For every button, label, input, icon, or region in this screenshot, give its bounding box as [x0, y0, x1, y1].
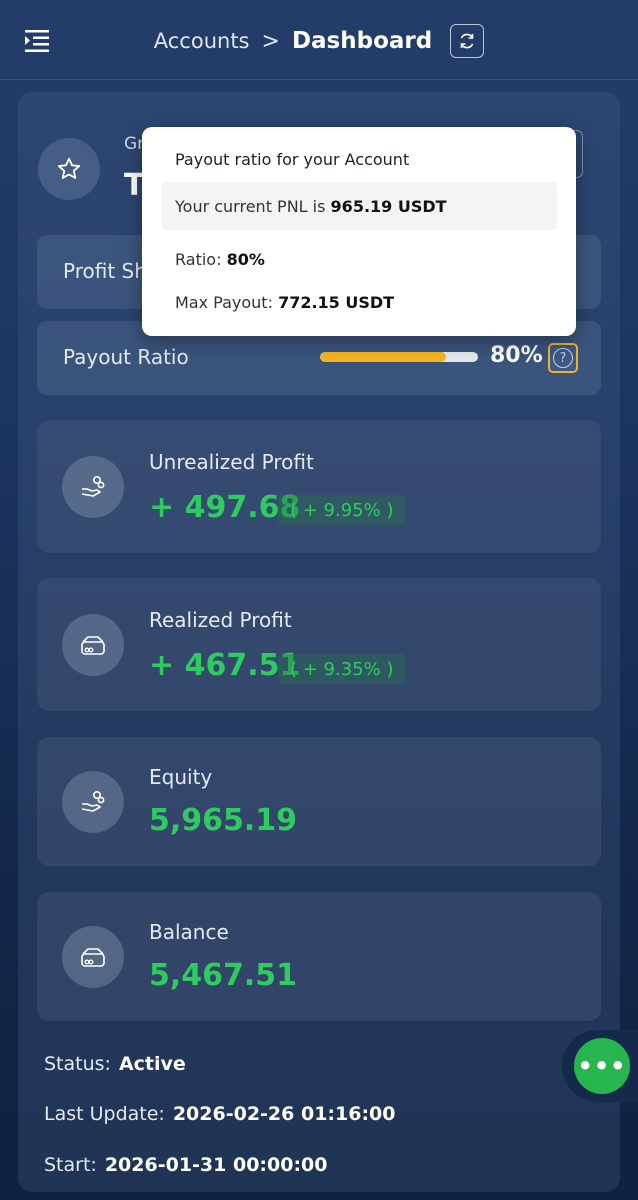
- balance-card: Balance 5,467.51: [37, 892, 601, 1021]
- status-line: Status: Active: [44, 1053, 186, 1075]
- hand-coins-icon: [62, 771, 124, 833]
- profit-share-label: Profit Sh: [63, 259, 147, 283]
- status-label: Status:: [44, 1053, 111, 1075]
- more-actions-button[interactable]: •••: [574, 1038, 630, 1094]
- payout-ratio-progress-fill: [320, 352, 447, 362]
- start-label: Start:: [44, 1154, 97, 1176]
- popover-ratio-value: 80%: [226, 250, 265, 269]
- stat-label: Equity: [149, 765, 213, 789]
- stat-value: 5,965.19: [149, 803, 298, 838]
- popover-pnl-prefix: Your current PNL is: [175, 196, 326, 216]
- payout-ratio-label: Payout Ratio: [63, 345, 189, 369]
- popover-ratio-label: Ratio:: [175, 250, 222, 269]
- popover-ratio-line: Ratio: 80%: [175, 250, 265, 269]
- last-update-line: Last Update: 2026-02-26 01:16:00: [44, 1103, 396, 1125]
- popover-max-label: Max Payout:: [175, 293, 273, 312]
- percent-badge: ( + 9.35% ): [278, 654, 406, 684]
- payout-ratio-progress: [320, 352, 478, 362]
- stat-label: Balance: [149, 920, 229, 944]
- wallet-icon: [62, 614, 124, 676]
- favorite-button[interactable]: [38, 138, 100, 200]
- start-value: 2026-01-31 00:00:00: [104, 1154, 328, 1176]
- hand-coins-icon: [62, 456, 124, 518]
- stat-label: Unrealized Profit: [149, 450, 314, 474]
- equity-card: Equity 5,965.19: [37, 737, 601, 866]
- breadcrumb: Accounts > Dashboard: [0, 24, 638, 58]
- breadcrumb-accounts[interactable]: Accounts: [154, 29, 250, 53]
- last-update-label: Last Update:: [44, 1103, 165, 1125]
- popover-max-line: Max Payout: 772.15 USDT: [175, 293, 394, 312]
- payout-ratio-popover: Payout ratio for your Account Your curre…: [142, 127, 576, 336]
- status-value: Active: [118, 1053, 186, 1075]
- stat-label: Realized Profit: [149, 608, 292, 632]
- question-icon: ?: [553, 348, 573, 368]
- percent-badge: ( + 9.95% ): [278, 495, 406, 525]
- unrealized-profit-card: Unrealized Profit + 497.68 ( + 9.95% ): [37, 420, 601, 553]
- realized-profit-card: Realized Profit + 467.51 ( + 9.35% ): [37, 578, 601, 711]
- top-bar: Accounts > Dashboard: [0, 0, 638, 80]
- popover-pnl-box: Your current PNL is 965.19 USDT: [162, 182, 557, 230]
- last-update-value: 2026-02-26 01:16:00: [172, 1103, 396, 1125]
- more-dots-icon: •••: [577, 1052, 627, 1080]
- start-line: Start: 2026-01-31 00:00:00: [44, 1154, 328, 1176]
- wallet-icon: [62, 926, 124, 988]
- payout-help-button[interactable]: ?: [548, 343, 578, 373]
- refresh-icon: [460, 33, 474, 49]
- refresh-button[interactable]: [450, 24, 485, 58]
- star-icon: [57, 157, 81, 179]
- payout-ratio-value: 80%: [490, 343, 543, 368]
- popover-max-value: 772.15 USDT: [278, 293, 395, 312]
- page-title: Dashboard: [291, 28, 433, 54]
- popover-pnl-value: 965.19 USDT: [330, 196, 447, 216]
- popover-title: Payout ratio for your Account: [175, 150, 410, 169]
- breadcrumb-separator: >: [261, 28, 280, 54]
- stat-value: 5,467.51: [149, 958, 298, 993]
